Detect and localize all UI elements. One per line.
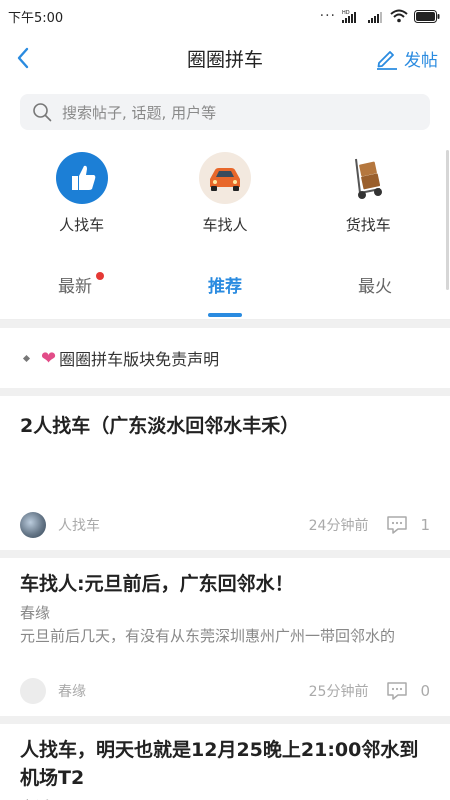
tab-label: 推荐 <box>208 277 242 297</box>
wifi-icon <box>390 9 408 23</box>
search-input[interactable]: 搜索帖子, 话题, 用户等 <box>20 94 430 130</box>
avatar[interactable] <box>20 678 46 704</box>
cargo-cart-icon <box>342 152 395 204</box>
post-author: 春缘 <box>20 604 51 622</box>
post-title: 2人找车（广东淡水回邻水丰禾） <box>20 415 300 437</box>
tab-label: 最火 <box>358 277 392 297</box>
status-time: 下午5:00 <box>8 10 64 26</box>
post-author: 电话 <box>20 796 430 800</box>
app-header: 圈圈拼车 发帖 <box>0 32 450 84</box>
category-passenger-seeking-car[interactable]: 人找车 <box>22 152 142 250</box>
category-grid: 人找车 车找人 货找车 <box>0 130 450 250</box>
status-bar: 下午5:00 ··· HD <box>0 0 450 32</box>
category-label: 货找车 <box>345 216 391 234</box>
post-time: 24分钟前 <box>308 518 369 534</box>
post-category: 春缘 <box>58 684 86 700</box>
comment-icon <box>387 516 408 534</box>
status-icons: ··· HD <box>320 9 440 23</box>
tab-label: 最新 <box>58 277 92 297</box>
signal-icon <box>368 12 382 23</box>
post-category: 人找车 <box>58 518 100 534</box>
thumbs-up-icon <box>55 152 108 204</box>
post-title: 车找人:元旦前后，广东回邻水！ <box>20 573 294 595</box>
chevron-left-icon <box>17 47 29 69</box>
category-label: 人找车 <box>59 216 105 234</box>
post-card[interactable]: 人找车，明天也就是12月25晚上21:00邻水到机场T2 电话 <box>0 724 450 800</box>
comment-button[interactable]: 1 <box>386 515 430 535</box>
new-post-button[interactable]: 发帖 <box>375 46 438 71</box>
post-footer: 人找车 24分钟前 1 <box>20 500 430 550</box>
disclaimer-text: 圈圈拼车版块免责声明 <box>59 350 220 369</box>
active-tab-indicator <box>208 313 242 317</box>
disclaimer-link[interactable]: ❤ 圈圈拼车版块免责声明 <box>0 328 450 388</box>
heart-icon: ❤ <box>41 347 57 369</box>
avatar[interactable] <box>20 512 46 538</box>
scrollbar[interactable] <box>446 150 449 290</box>
new-badge <box>96 272 104 280</box>
tab-hottest[interactable]: 最火 <box>300 250 450 319</box>
more-notifications-icon: ··· <box>319 8 336 24</box>
post-excerpt: 元旦前后几天，有没有从东莞深圳惠州广州一带回邻水的 <box>20 627 396 645</box>
feed-tabs: 最新 推荐 最火 <box>0 250 450 320</box>
post-card[interactable]: 车找人:元旦前后，广东回邻水！ 春缘 元旦前后几天，有没有从东莞深圳惠州广州一带… <box>0 558 450 716</box>
post-title: 人找车，明天也就是12月25晚上21:00邻水到机场T2 <box>20 739 419 789</box>
tab-latest[interactable]: 最新 <box>0 250 150 319</box>
comment-button[interactable]: 0 <box>386 681 430 701</box>
post-footer: 春缘 25分钟前 0 <box>20 666 430 716</box>
post-time: 25分钟前 <box>308 684 369 700</box>
car-icon <box>198 152 251 204</box>
category-cargo-seeking-car[interactable]: 货找车 <box>308 152 428 250</box>
back-button[interactable] <box>16 38 48 78</box>
comment-count: 1 <box>420 516 430 534</box>
search-icon <box>33 103 52 122</box>
comment-icon <box>387 682 408 700</box>
signal-hd-icon: HD <box>342 10 356 23</box>
battery-icon <box>414 9 440 23</box>
svg-text:HD: HD <box>342 10 350 16</box>
bullet-icon <box>22 354 31 362</box>
category-label: 车找人 <box>202 216 248 234</box>
new-post-label: 发帖 <box>404 50 438 71</box>
tab-recommended[interactable]: 推荐 <box>150 250 300 319</box>
post-card[interactable]: 2人找车（广东淡水回邻水丰禾） 人找车 24分钟前 1 <box>0 396 450 550</box>
top-panel: 搜索帖子, 话题, 用户等 人找车 车找人 货找车 最新 推荐 最火 <box>0 84 450 320</box>
comment-count: 0 <box>420 682 430 700</box>
search-placeholder: 搜索帖子, 话题, 用户等 <box>62 103 217 122</box>
pencil-icon <box>377 51 397 70</box>
category-car-seeking-passenger[interactable]: 车找人 <box>165 152 285 250</box>
